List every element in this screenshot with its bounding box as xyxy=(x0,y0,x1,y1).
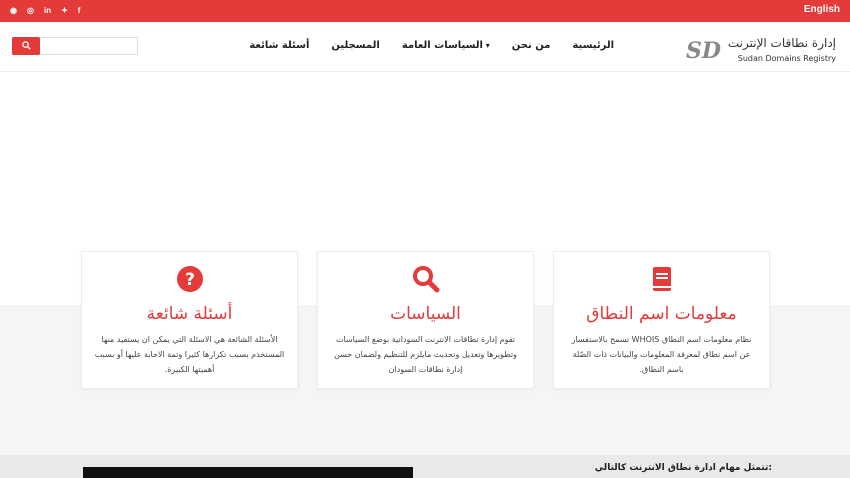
logo-arabic: إدارة نطاقات الإنترنت xyxy=(727,36,836,50)
main-menu: الرئيسية من نحن السياسات العامة المسجلين… xyxy=(249,40,614,51)
language-switch[interactable]: English xyxy=(804,4,840,15)
search-icon xyxy=(412,266,439,293)
card-text: الأسئلة الشائعة هي الاسئلة التي يمكن ان … xyxy=(94,335,285,374)
footer-section: تتمثل مهام ادارة نطاق الانترنت كالتالي: xyxy=(0,455,850,478)
search-box xyxy=(12,37,138,55)
search-button[interactable] xyxy=(12,37,40,55)
linkedin-icon[interactable]: in xyxy=(44,5,51,17)
card-text: نظام معلومات اسم النطاق WHOIS تسمح بالاس… xyxy=(571,335,752,374)
footer-title: تتمثل مهام ادارة نطاق الانترنت كالتالي: xyxy=(594,463,772,473)
top-bar: ◉ ◎ in ✦ f English xyxy=(0,0,850,22)
card-title: معلومات اسم النطاق xyxy=(586,304,737,324)
svg-text:?: ? xyxy=(185,270,195,290)
search-input[interactable] xyxy=(41,38,137,54)
book-icon xyxy=(652,267,671,291)
twitter-icon[interactable]: ✦ xyxy=(61,5,68,17)
menu-registrars[interactable]: المسجلين xyxy=(331,40,379,51)
menu-home[interactable]: الرئيسية xyxy=(572,40,614,51)
video-frame[interactable] xyxy=(83,467,413,478)
card-policies[interactable]: السياسات تقوم إدارة نطاقات الانترنت السو… xyxy=(317,251,534,389)
question-icon: ? xyxy=(176,266,203,292)
search-icon xyxy=(21,41,31,50)
logo-mark: SD xyxy=(686,38,721,64)
card-title: السياسات xyxy=(390,304,461,324)
card-text: تقوم إدارة نطاقات الانترنت السودانية بوض… xyxy=(334,335,517,374)
menu-faq[interactable]: أسئلة شائعة xyxy=(249,40,309,51)
card-domain-info[interactable]: معلومات اسم النطاق نظام معلومات اسم النط… xyxy=(553,251,770,389)
social-links: ◉ ◎ in ✦ f xyxy=(10,5,80,17)
instagram-icon[interactable]: ◎ xyxy=(27,5,34,17)
site-logo[interactable]: SD إدارة نطاقات الإنترنت Sudan Domains R… xyxy=(686,36,836,70)
rss-icon[interactable]: ◉ xyxy=(10,5,17,17)
facebook-icon[interactable]: f xyxy=(78,5,81,17)
card-faq[interactable]: ? أسئلة شائعة الأسئلة الشائعة هي الاسئلة… xyxy=(81,251,298,389)
menu-policies[interactable]: السياسات العامة xyxy=(402,40,490,51)
card-title: أسئلة شائعة xyxy=(146,304,233,324)
logo-english: Sudan Domains Registry xyxy=(737,54,836,63)
menu-about[interactable]: من نحن xyxy=(512,40,551,51)
